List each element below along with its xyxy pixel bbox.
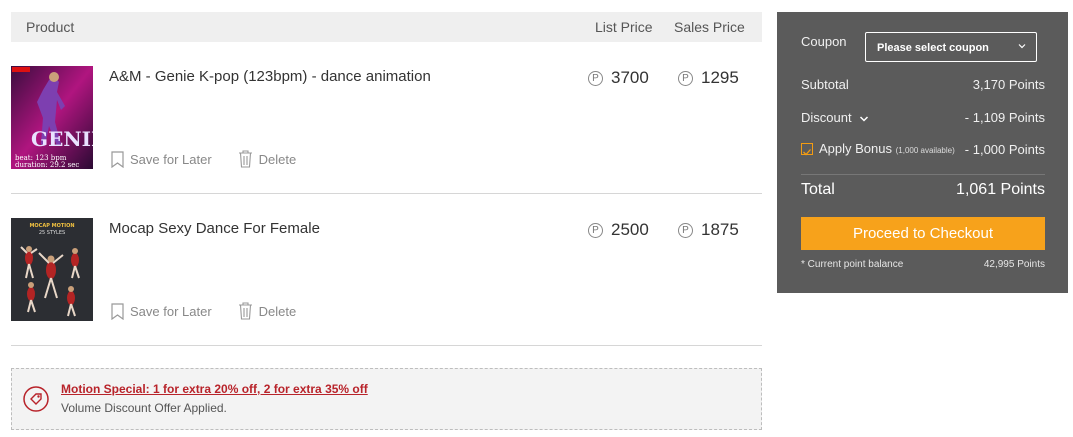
subtotal-value: 3,170 Points (972, 77, 1045, 92)
bookmark-icon (111, 150, 124, 168)
trash-icon (238, 150, 252, 168)
header-product: Product (26, 19, 75, 35)
product-name[interactable]: Mocap Sexy Dance For Female (109, 220, 320, 237)
point-icon: P (588, 70, 603, 86)
header-list-price: List Price (595, 19, 653, 35)
sales-price: P 1875 (678, 220, 739, 240)
list-price: P 3700 (588, 68, 649, 88)
point-icon: P (678, 222, 693, 238)
total-label: Total (801, 181, 835, 198)
bonus-available: (1,000 available) (895, 146, 955, 155)
promo-link[interactable]: Motion Special: 1 for extra 20% off, 2 f… (61, 382, 368, 396)
sales-price-value: 1875 (701, 220, 739, 239)
promo-note: Volume Discount Offer Applied. (61, 401, 227, 415)
coupon-tag-icon (23, 386, 49, 412)
point-balance-label: * Current point balance (801, 259, 904, 270)
product-name[interactable]: A&M - Genie K-pop (123bpm) - dance anima… (109, 68, 431, 85)
save-for-later-label: Save for Later (130, 151, 212, 167)
point-balance-value: 42,995 Points (983, 259, 1045, 270)
point-icon: P (588, 222, 603, 238)
discount-value: - 1,109 Points (964, 110, 1045, 125)
cart-item-row: MOCAP MOTION 25 STYLES Mocap Sexy Dance … (11, 194, 762, 346)
chevron-down-icon (860, 116, 869, 122)
list-price-value: 2500 (611, 220, 649, 239)
order-summary-panel: Coupon Please select coupon Subtotal 3,1… (777, 12, 1068, 293)
coupon-label: Coupon (801, 34, 847, 49)
promo-banner: Motion Special: 1 for extra 20% off, 2 f… (11, 368, 762, 430)
apply-bonus-checkbox[interactable] (801, 143, 813, 156)
trash-icon (238, 302, 252, 320)
save-for-later-button[interactable]: Save for Later (111, 150, 212, 168)
point-icon: P (678, 70, 693, 86)
apply-bonus-text: Apply Bonus (819, 141, 892, 156)
item-actions: Save for Later Delete (111, 150, 322, 168)
coupon-select-value: Please select coupon (877, 42, 989, 54)
thumb-title: GENIE (31, 127, 93, 151)
header-sales-price: Sales Price (674, 19, 745, 35)
sales-price-value: 1295 (701, 68, 739, 87)
save-for-later-label: Save for Later (130, 303, 212, 319)
delete-label: Delete (258, 303, 297, 319)
sales-price: P 1295 (678, 68, 739, 88)
delete-label: Delete (258, 151, 297, 167)
coupon-select[interactable]: Please select coupon (865, 32, 1037, 62)
apply-bonus-label: Apply Bonus (1,000 available) (819, 141, 955, 156)
thumb-caption: duration: 29.2 sec (15, 161, 79, 169)
discount-toggle[interactable]: Discount (801, 110, 869, 125)
delete-button[interactable]: Delete (238, 302, 297, 320)
proceed-to-checkout-button[interactable]: Proceed to Checkout (801, 217, 1045, 250)
product-thumbnail[interactable]: GENIE beat: 123 bpm duration: 29.2 sec (11, 66, 93, 169)
summary-divider (801, 174, 1045, 175)
discount-label: Discount (801, 110, 852, 125)
subtotal-label: Subtotal (801, 77, 849, 92)
save-for-later-button[interactable]: Save for Later (111, 302, 212, 320)
total-value: 1,061 Points (956, 181, 1045, 198)
bookmark-icon (111, 302, 124, 320)
cart-table-header: Product List Price Sales Price (11, 12, 762, 42)
list-price-value: 3700 (611, 68, 649, 87)
delete-button[interactable]: Delete (238, 150, 297, 168)
product-thumbnail[interactable]: MOCAP MOTION 25 STYLES (11, 218, 93, 321)
bonus-value: - 1,000 Points (964, 142, 1045, 157)
thumb-title: MOCAP MOTION (29, 223, 74, 229)
list-price: P 2500 (588, 220, 649, 240)
item-actions: Save for Later Delete (111, 302, 322, 320)
cart-item-row: GENIE beat: 123 bpm duration: 29.2 sec A… (11, 42, 762, 194)
chevron-down-icon (1018, 44, 1026, 49)
thumb-subtitle: 25 STYLES (39, 230, 65, 236)
checkmark-icon (803, 149, 811, 156)
